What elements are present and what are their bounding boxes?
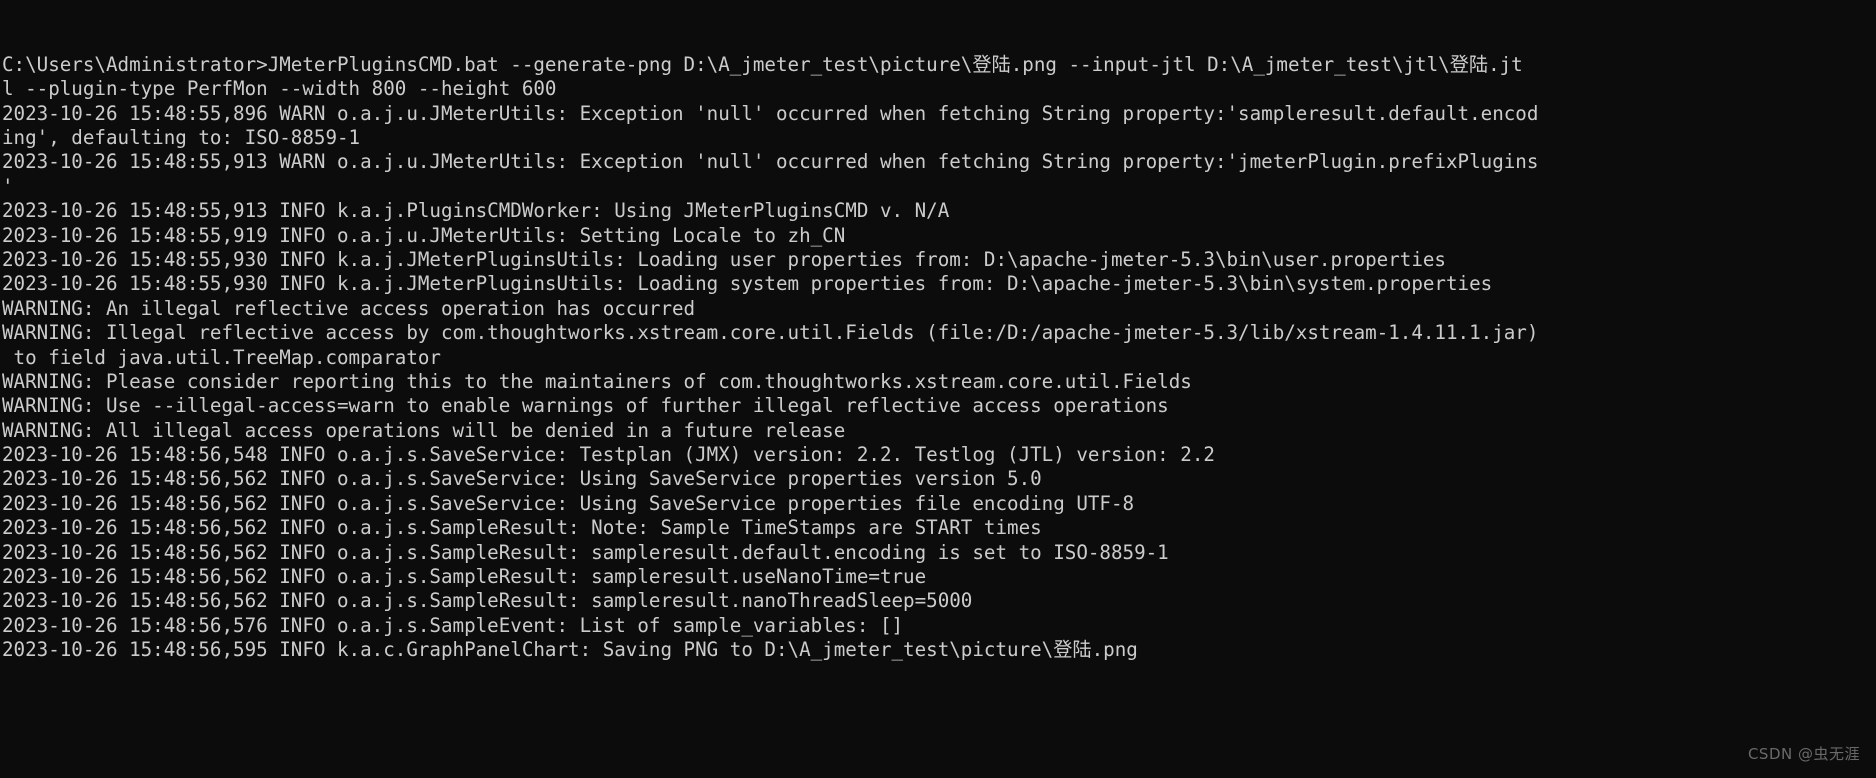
terminal-line: 2023-10-26 15:48:55,913 WARN o.a.j.u.JMe… — [2, 150, 1539, 174]
terminal-line: l --plugin-type PerfMon --width 800 --he… — [2, 77, 557, 101]
terminal-line: 2023-10-26 15:48:55,930 INFO k.a.j.JMete… — [2, 272, 1493, 296]
terminal-line: C:\Users\Administrator>JMeterPluginsCMD.… — [2, 52, 1523, 76]
terminal-line: WARNING: Illegal reflective access by co… — [2, 321, 1539, 345]
terminal-line: 2023-10-26 15:48:56,562 INFO o.a.j.s.Sam… — [2, 516, 1042, 540]
terminal-output: C:\Users\Administrator>JMeterPluginsCMD.… — [2, 53, 1876, 663]
terminal-line: 2023-10-26 15:48:56,562 INFO o.a.j.s.Sam… — [2, 589, 973, 613]
terminal-line: to field java.util.TreeMap.comparator — [2, 345, 441, 369]
csdn-watermark: CSDN @虫无涯 — [1747, 744, 1860, 763]
terminal-line: WARNING: Use --illegal-access=warn to en… — [2, 394, 1169, 418]
terminal-line: 2023-10-26 15:48:55,913 INFO k.a.j.Plugi… — [2, 199, 950, 223]
terminal-line: 2023-10-26 15:48:56,562 INFO o.a.j.s.Sav… — [2, 467, 1042, 491]
terminal-line: 2023-10-26 15:48:56,595 INFO k.a.c.Graph… — [2, 638, 1138, 662]
terminal-line: 2023-10-26 15:48:56,576 INFO o.a.j.s.Sam… — [2, 613, 904, 637]
terminal-line: WARNING: All illegal access operations w… — [2, 418, 846, 442]
terminal-line: 2023-10-26 15:48:56,548 INFO o.a.j.s.Sav… — [2, 443, 1215, 467]
terminal-line: WARNING: Please consider reporting this … — [2, 369, 1192, 393]
terminal-line: 2023-10-26 15:48:56,562 INFO o.a.j.s.Sam… — [2, 565, 927, 589]
terminal-line: ing', defaulting to: ISO-8859-1 — [2, 125, 361, 149]
terminal-line: 2023-10-26 15:48:55,896 WARN o.a.j.u.JMe… — [2, 101, 1539, 125]
terminal-line: 2023-10-26 15:48:56,562 INFO o.a.j.s.Sam… — [2, 540, 1169, 564]
terminal-line: 2023-10-26 15:48:55,919 INFO o.a.j.u.JMe… — [2, 223, 846, 247]
terminal-window[interactable]: C:\Users\Administrator>JMeterPluginsCMD.… — [0, 0, 1876, 778]
terminal-line: WARNING: An illegal reflective access op… — [2, 296, 696, 320]
terminal-line: ' — [2, 174, 14, 198]
terminal-line: 2023-10-26 15:48:55,930 INFO k.a.j.JMete… — [2, 247, 1446, 271]
terminal-line: 2023-10-26 15:48:56,562 INFO o.a.j.s.Sav… — [2, 491, 1135, 515]
